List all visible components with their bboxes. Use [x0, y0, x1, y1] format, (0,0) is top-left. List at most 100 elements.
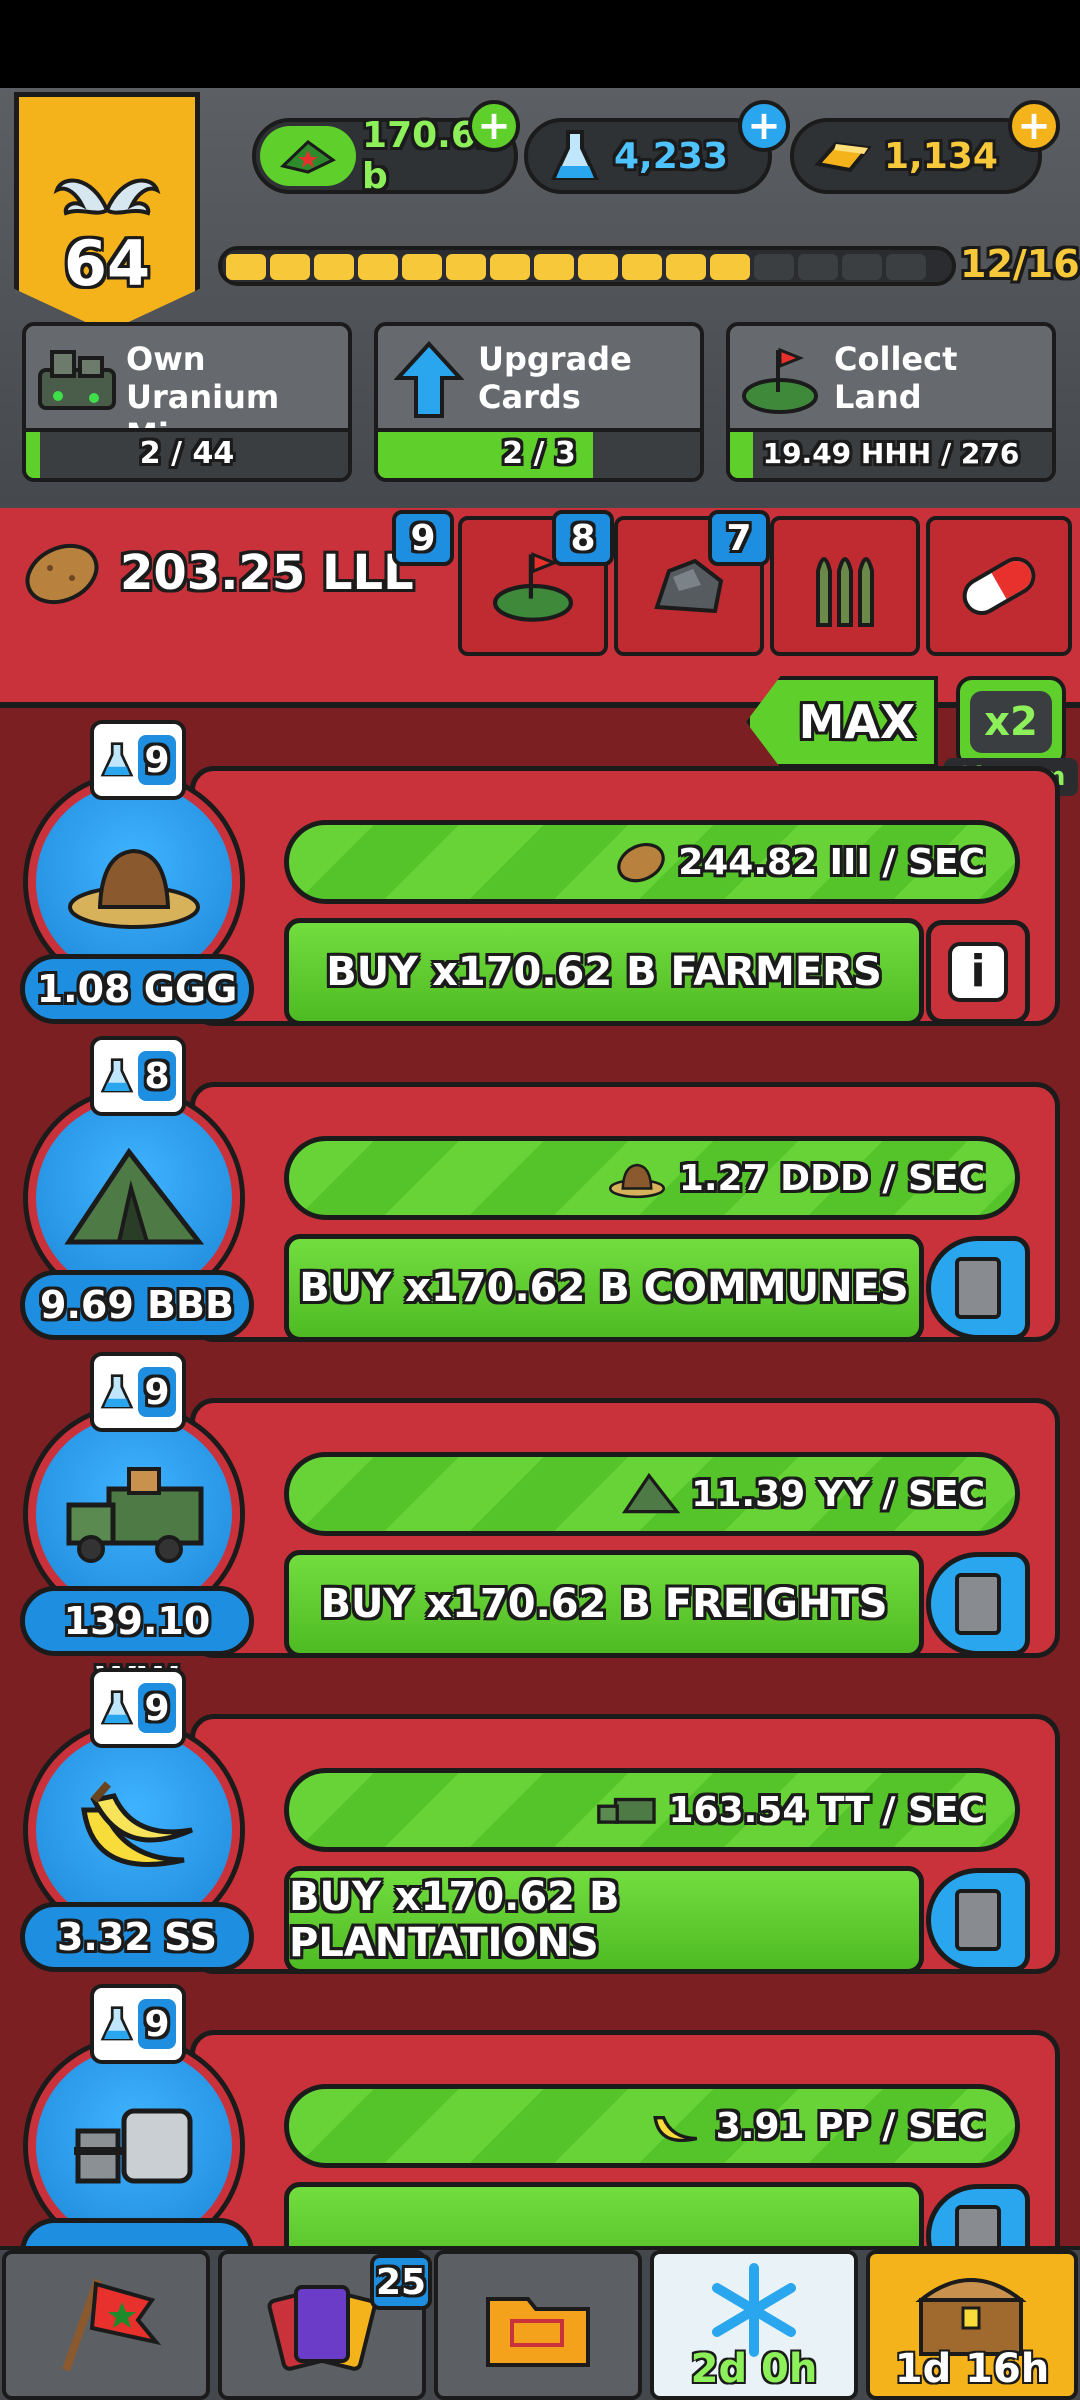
- business-row-farmers: 9 1.08 GGG 244.82 III / SEC BUY x170.62 …: [0, 720, 1080, 1036]
- quest-progress-bar: 2 / 3: [378, 428, 700, 478]
- level-number: 64: [63, 227, 151, 300]
- card-button[interactable]: [926, 1552, 1030, 1656]
- truck-icon: [66, 1467, 204, 1563]
- buy-label: BUY x170.62 B FREIGHTS: [320, 1581, 888, 1627]
- science-counter[interactable]: 4,233: [524, 118, 772, 194]
- cards-badge: 25: [370, 2254, 432, 2310]
- xp-segment: [402, 254, 442, 280]
- uranium-mine-icon: [38, 350, 116, 410]
- production-rate-bar: 3.91 PP / SEC: [284, 2084, 1020, 2168]
- card-button[interactable]: [926, 1236, 1030, 1340]
- quest-progress-text: 2 / 3: [502, 436, 576, 471]
- chests-timer: 1d 16h: [894, 2346, 1050, 2392]
- quest-progress-bar: 2 / 44: [26, 428, 348, 478]
- irrigation-icon: [74, 2108, 193, 2184]
- research-badge[interactable]: 9: [90, 720, 186, 800]
- owned-count: 3.32 SS: [20, 1902, 254, 1972]
- production-rate: 3.91 PP / SEC: [715, 2105, 985, 2147]
- buy-plantations-button[interactable]: BUY x170.62 B PLANTATIONS: [284, 1866, 924, 1974]
- nav-cards[interactable]: 25: [218, 2250, 432, 2400]
- research-level: 9: [138, 735, 176, 785]
- gold-counter[interactable]: 1,134: [790, 118, 1042, 194]
- flask-icon: [100, 742, 134, 777]
- xp-label: 12/16: [960, 242, 1080, 286]
- add-cash-button[interactable]: +: [468, 100, 520, 152]
- potato-icon: [25, 543, 99, 605]
- snowflake-icon: [712, 2263, 796, 2357]
- business-row-irrigations: 9 3.91 PP / SEC: [0, 1984, 1080, 2246]
- science-value: 4,233: [614, 135, 728, 177]
- truck-icon: [597, 1797, 657, 1824]
- research-badge[interactable]: 8: [90, 1036, 186, 1116]
- pill-icon: [962, 557, 1036, 615]
- owned-count: 9.69 BBB: [20, 1270, 254, 1340]
- buy-irrigations-button[interactable]: [284, 2182, 924, 2246]
- upgrade-arrow-icon: [394, 341, 464, 418]
- cards-icon: [267, 2285, 377, 2371]
- card-button[interactable]: [926, 1868, 1030, 1972]
- production-rate-bar: 11.39 YY / SEC: [284, 1452, 1020, 1536]
- quest-progress-text: 2 / 44: [139, 436, 235, 471]
- buy-communes-button[interactable]: BUY x170.62 B COMMUNES: [284, 1234, 924, 1342]
- level-banner[interactable]: 64: [14, 92, 200, 332]
- xp-segment: [842, 254, 882, 280]
- buy-freights-button[interactable]: BUY x170.62 B FREIGHTS: [284, 1550, 924, 1658]
- nav-documents[interactable]: [434, 2250, 642, 2400]
- potato-icon: [617, 843, 665, 883]
- tab-military[interactable]: [770, 516, 920, 656]
- tent-icon: [64, 1147, 205, 1245]
- nav-event[interactable]: 2d 0h: [650, 2250, 858, 2400]
- business-row-communes: 8 9.69 BBB 1.27 DDD / SEC BUY x170.62 B …: [0, 1036, 1080, 1352]
- card-icon: [955, 1889, 1001, 1951]
- buy-label: BUY x170.62 B PLANTATIONS: [289, 1874, 620, 1966]
- flask-icon: [100, 1374, 134, 1409]
- quest-title: Upgrade Cards: [478, 340, 632, 416]
- production-rate: 11.39 YY / SEC: [691, 1473, 985, 1515]
- xp-segment: [710, 254, 750, 280]
- buy-farmers-button[interactable]: BUY x170.62 B FARMERS: [284, 918, 924, 1026]
- wings-icon: [53, 178, 161, 216]
- production-rate: 1.27 DDD / SEC: [678, 1157, 985, 1199]
- quest-title: Collect Land: [834, 340, 958, 416]
- business-avatar[interactable]: [28, 2040, 240, 2246]
- xp-segment: [578, 254, 618, 280]
- add-gold-button[interactable]: +: [1008, 100, 1060, 152]
- card-icon: [955, 1573, 1001, 1635]
- xp-segment: [886, 254, 926, 280]
- tab-medicine[interactable]: [926, 516, 1072, 656]
- flask-icon: [100, 2006, 134, 2041]
- research-level: 8: [138, 1051, 176, 1101]
- cash-icon: [260, 126, 357, 186]
- bullets-icon: [816, 557, 874, 627]
- xp-segment: [490, 254, 530, 280]
- research-badge[interactable]: 9: [90, 1352, 186, 1432]
- business-row-plantations: 9 3.32 SS 163.54 TT / SEC BUY x170.62 B …: [0, 1668, 1080, 1984]
- quest-upgrade-cards[interactable]: Upgrade Cards 2 / 3: [374, 322, 704, 482]
- production-rate: 163.54 TT / SEC: [668, 1789, 985, 1831]
- info-button[interactable]: i: [926, 920, 1030, 1024]
- owned-count: 139.10 WW: [20, 1586, 254, 1703]
- tab-ore-badge: 8: [552, 510, 614, 566]
- farmer-hat-icon: [608, 1163, 665, 1199]
- card-icon: [955, 2205, 1001, 2246]
- research-badge[interactable]: 9: [90, 1668, 186, 1748]
- event-timer: 2d 0h: [690, 2346, 818, 2392]
- research-level: 9: [138, 1367, 176, 1417]
- nav-map[interactable]: [2, 2250, 210, 2400]
- farmer-hat-icon: [68, 848, 200, 929]
- resource-counter: 203.25 LLL: [20, 538, 414, 608]
- quest-own-uranium-mines[interactable]: Own Uranium Mines 2 / 44: [22, 322, 352, 482]
- tent-icon: [622, 1472, 681, 1514]
- research-badge[interactable]: 9: [90, 1984, 186, 2064]
- xp-segment: [622, 254, 662, 280]
- xp-segment: [798, 254, 838, 280]
- add-science-button[interactable]: +: [738, 100, 790, 152]
- tab-land-badge: 9: [392, 510, 454, 566]
- chest-icon: [915, 2278, 1027, 2356]
- production-rate-bar: 163.54 TT / SEC: [284, 1768, 1020, 1852]
- gold-bar-icon: [814, 141, 872, 173]
- gold-value: 1,134: [884, 135, 998, 177]
- quest-collect-land[interactable]: Collect Land 19.49 HHH / 276 HHH: [726, 322, 1056, 482]
- research-level: 9: [138, 1999, 176, 2049]
- nav-chests[interactable]: 1d 16h: [866, 2250, 1078, 2400]
